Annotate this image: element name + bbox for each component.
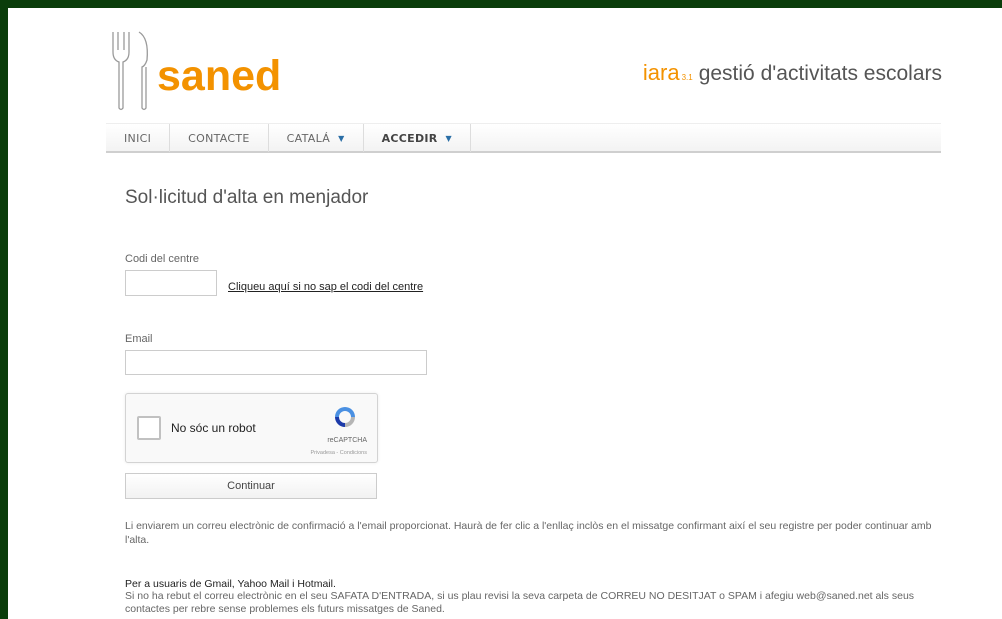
recaptcha-checkbox[interactable] [137,416,161,440]
nav-item-accedir[interactable]: ACCEDIR ▼ [364,124,471,152]
email-label: Email [125,333,153,345]
nav-item-label: ACCEDIR [381,131,438,145]
gmail-note-title: Per a usuaris de Gmail, Yahoo Mail i Hot… [125,578,336,590]
nav-item-inici[interactable]: INICI [106,124,171,152]
nav-item-label: CATALÁ [286,131,331,145]
recaptcha-brand: reCAPTCHA [327,437,367,444]
recaptcha-widget: No sóc un robot reCAPTCHA Privadesa - Co… [125,393,378,463]
recaptcha-icon [335,407,355,427]
main-nav: INICI CONTACTE CATALÁ ▼ ACCEDIR ▼ [106,123,941,153]
tagline-text: gestió d'activitats escolars [698,62,942,85]
tagline-brand: iara [642,60,680,85]
school-code-input[interactable] [125,270,217,296]
confirmation-info: Li enviarem un correu electrònic de conf… [125,520,932,546]
gmail-note-text: Si no ha rebut el correu electrònic en e… [125,590,915,615]
page-frame: saned iara 3.1 gestió d'activitats escol… [8,8,1002,619]
app-tagline: iara 3.1 gestió d'activitats escolars [643,60,942,86]
nav-item-language[interactable]: CATALÁ ▼ [269,124,364,152]
recaptcha-terms-link[interactable]: Privadesa - Condicions [310,450,367,456]
continue-button[interactable]: Continuar [125,473,377,499]
page-title: Sol·licitud d'alta en menjador [125,187,369,208]
code-help-link[interactable]: Cliqueu aquí si no sap el codi del centr… [228,281,423,293]
nav-item-label: CONTACTE [188,131,250,145]
saned-logo[interactable]: saned [109,30,281,112]
code-label: Codi del centre [125,253,199,265]
cutlery-icon [112,31,148,111]
recaptcha-label: No sóc un robot [171,421,256,435]
chevron-down-icon: ▼ [445,133,452,143]
nav-item-label: INICI [124,131,152,145]
chevron-down-icon: ▼ [338,133,345,143]
tagline-version: 3.1 [681,73,693,82]
logo-text: saned [157,52,282,100]
nav-item-contacte[interactable]: CONTACTE [170,124,269,152]
email-input[interactable] [125,350,427,375]
